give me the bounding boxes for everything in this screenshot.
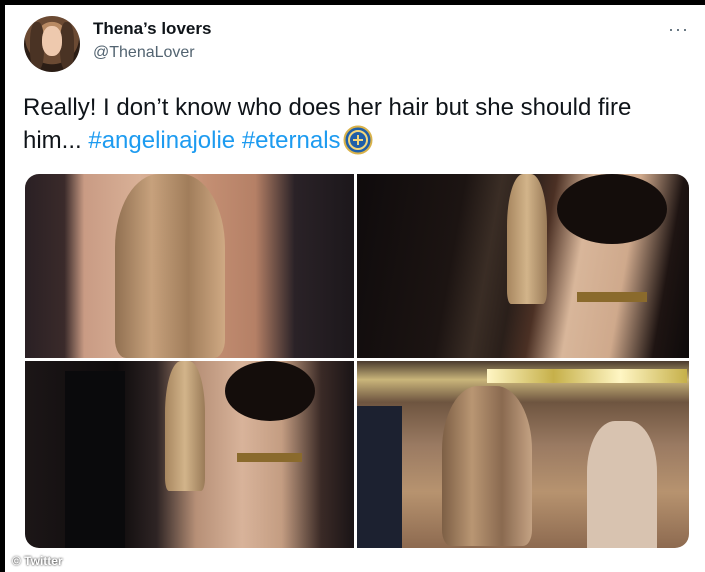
eternals-emoji-icon bbox=[343, 125, 373, 155]
photo-2[interactable] bbox=[357, 174, 689, 358]
hashtag-angelinajolie[interactable]: #angelinajolie bbox=[88, 127, 235, 154]
photo-4-lights bbox=[487, 369, 687, 383]
photo-2-hair bbox=[507, 174, 547, 304]
hashtag-eternals[interactable]: #eternals bbox=[242, 127, 341, 154]
twitter-watermark: © Twitter bbox=[12, 554, 63, 568]
author-name[interactable]: Thena’s lovers bbox=[93, 19, 211, 39]
photo-4[interactable] bbox=[357, 361, 689, 548]
avatar-hair-right bbox=[60, 22, 74, 70]
photo-1-hair bbox=[115, 174, 225, 358]
photo-3[interactable] bbox=[25, 361, 354, 548]
tweet-text: Really! I don’t know who does her hair b… bbox=[23, 91, 683, 157]
author-handle[interactable]: @ThenaLover bbox=[93, 44, 195, 62]
photo-1[interactable] bbox=[25, 174, 354, 358]
photo-3-hair-dark bbox=[225, 361, 315, 421]
avatar[interactable] bbox=[24, 16, 80, 72]
tweet-media-grid bbox=[25, 174, 689, 548]
photo-2-belt bbox=[577, 292, 647, 302]
photo-3-dress bbox=[65, 371, 125, 548]
photo-3-hair bbox=[165, 361, 205, 491]
tweet-card: Thena’s lovers @ThenaLover ··· Really! I… bbox=[5, 5, 705, 572]
avatar-face bbox=[42, 26, 62, 56]
more-dots-icon[interactable]: ··· bbox=[668, 19, 689, 40]
photo-3-belt bbox=[237, 453, 302, 462]
photo-4-person-left bbox=[357, 406, 402, 548]
photo-2-hair-dark bbox=[557, 174, 667, 244]
photo-4-hair bbox=[442, 386, 532, 546]
photo-4-person-right bbox=[587, 421, 657, 548]
